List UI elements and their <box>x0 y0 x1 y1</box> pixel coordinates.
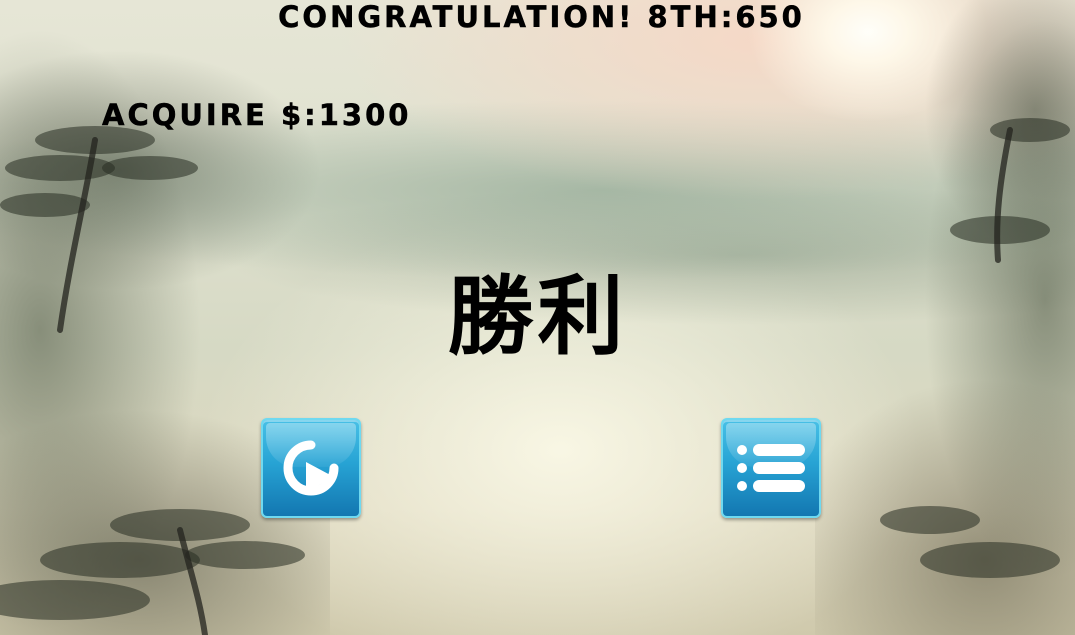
acquired-money-text: ACQUIRE $:1300 <box>102 98 412 133</box>
victory-title: 勝利 <box>447 266 628 367</box>
restart-button[interactable] <box>261 418 361 518</box>
menu-button[interactable] <box>721 418 821 518</box>
congratulation-rank-text: CONGRATULATION! 8TH:650 <box>278 0 805 34</box>
list-menu-icon <box>737 444 805 492</box>
restart-play-icon <box>283 440 339 496</box>
